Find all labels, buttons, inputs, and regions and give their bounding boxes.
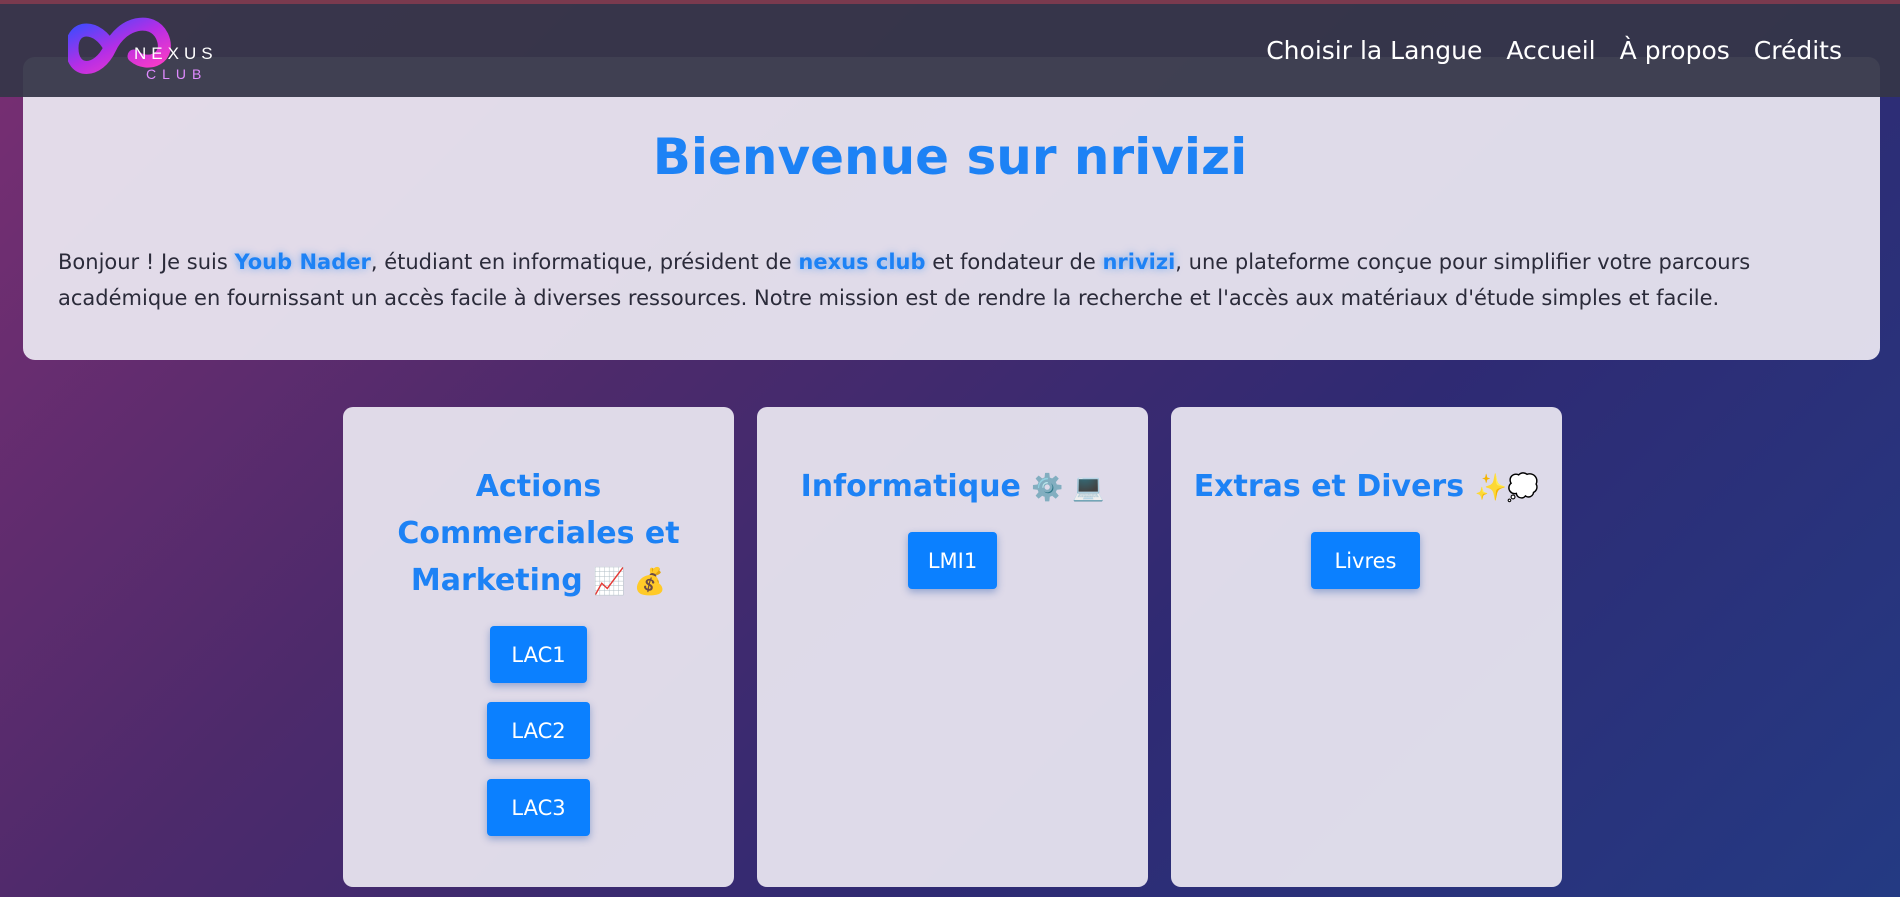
author-name: Youb Nader: [234, 250, 371, 274]
page-title: Bienvenue sur nrivizi: [652, 128, 1248, 186]
intro-text-3: et fondateur de: [925, 250, 1103, 274]
lmi1-button[interactable]: LMI1: [908, 532, 997, 589]
intro-paragraph: Bonjour ! Je suis Youb Nader, étudiant e…: [58, 244, 1858, 316]
lac2-button[interactable]: LAC2: [487, 702, 590, 759]
card-title: Extras et Divers ✨💭: [1171, 463, 1562, 512]
lac1-button[interactable]: LAC1: [490, 626, 587, 683]
chart-money-icon: 📈 💰: [593, 567, 667, 597]
card-title-text: Informatique: [800, 469, 1021, 504]
category-card-informatique: Informatique ⚙️ 💻 LMI1: [757, 407, 1148, 887]
nav-choose-language[interactable]: Choisir la Langue: [1266, 34, 1482, 68]
main-nav: Choisir la Langue Accueil À propos Crédi…: [1266, 34, 1842, 68]
books-button[interactable]: Livres: [1311, 532, 1420, 589]
intro-text-2: , étudiant en informatique, président de: [370, 250, 799, 274]
nav-about[interactable]: À propos: [1620, 34, 1730, 68]
category-card-extras: Extras et Divers ✨💭 Livres: [1171, 407, 1562, 887]
nexus-club-logo[interactable]: NEXUS CLUB: [68, 6, 228, 92]
category-card-marketing: Actions Commerciales et Marketing 📈 💰 LA…: [343, 407, 734, 887]
card-title: Informatique ⚙️ 💻: [757, 463, 1148, 512]
lac3-button[interactable]: LAC3: [487, 779, 590, 836]
intro-text-1: Bonjour ! Je suis: [58, 250, 235, 274]
gear-computer-icon: ⚙️ 💻: [1031, 473, 1105, 503]
top-navbar: NEXUS CLUB Choisir la Langue Accueil À p…: [0, 0, 1900, 97]
club-name: nexus club: [798, 250, 926, 274]
nav-credits[interactable]: Crédits: [1754, 34, 1842, 68]
logo-subtitle: CLUB: [146, 66, 208, 82]
nav-home[interactable]: Accueil: [1506, 34, 1595, 68]
platform-name: nrivizi: [1102, 250, 1176, 274]
sparkles-bubble-icon: ✨💭: [1474, 473, 1540, 503]
card-title: Actions Commerciales et Marketing 📈 💰: [383, 463, 694, 606]
card-title-text: Extras et Divers: [1193, 469, 1465, 504]
logo-text: NEXUS: [134, 44, 218, 63]
